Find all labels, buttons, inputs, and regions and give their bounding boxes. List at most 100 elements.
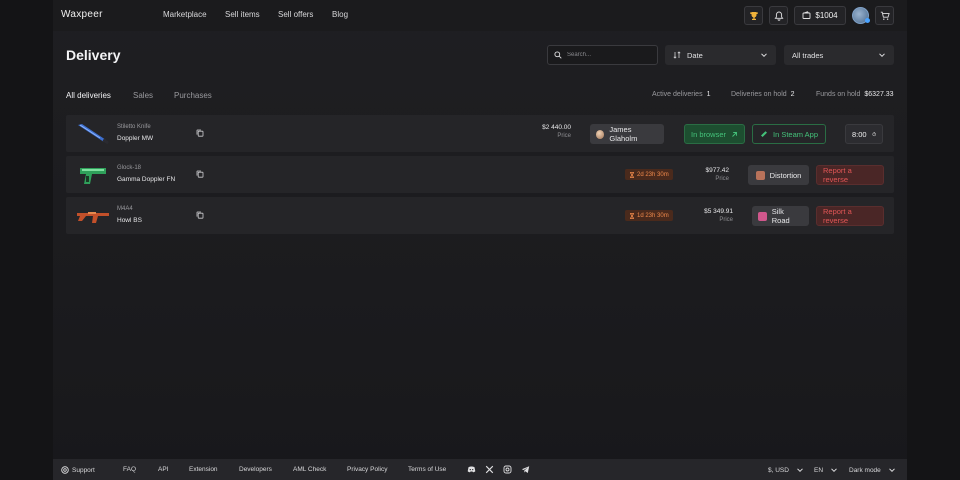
stat-active-value: 1 <box>706 91 711 98</box>
hold-timer-badge: 2d 23h 30m <box>585 159 705 191</box>
tab-sales[interactable]: Sales <box>133 91 153 100</box>
top-header: Waxpeer Marketplace Sell items Sell offe… <box>53 0 907 31</box>
report-reverse-button[interactable]: Report a reverse <box>816 206 884 226</box>
chevron-down-icon <box>888 468 895 473</box>
page-title: Delivery <box>66 47 121 63</box>
partner-name: Distortion <box>769 170 802 180</box>
currency-select[interactable]: $, USD <box>768 466 804 474</box>
logo[interactable]: Waxpeer <box>61 9 103 20</box>
stat-hold-label: Deliveries on hold <box>731 91 787 98</box>
copy-icon[interactable] <box>196 211 204 219</box>
item-name: Howl BS <box>117 217 142 224</box>
price-value: $2 440.00 <box>542 124 571 131</box>
footer-link-api[interactable]: API <box>158 466 168 473</box>
tab-all-deliveries[interactable]: All deliveries <box>66 91 111 100</box>
partner-name: Silk Road <box>771 207 790 225</box>
delivery-row[interactable]: Stiletto Knife Doppler MW $2 440.00 Pric… <box>66 115 894 152</box>
report-reverse-label: Report a reverse <box>823 166 852 184</box>
item-image-rifle <box>77 212 109 223</box>
footer-link-aml-check[interactable]: AML Check <box>293 466 326 473</box>
in-steam-app-button[interactable]: In Steam App <box>752 124 826 144</box>
theme-select[interactable]: Dark mode <box>849 466 896 474</box>
report-reverse-label: Report a reverse <box>823 207 852 225</box>
copy-icon[interactable] <box>196 170 204 178</box>
partner-chip[interactable]: Distortion <box>748 165 809 185</box>
stopwatch-icon <box>872 132 876 137</box>
filter-select[interactable]: All trades <box>784 45 894 65</box>
item-image-knife <box>78 124 109 144</box>
hold-timer-badge: 1d 23h 30m <box>585 200 705 232</box>
stat-active-deliveries: Active deliveries 1 <box>652 91 710 98</box>
steam-icon <box>760 131 767 137</box>
stat-deliveries-on-hold: Deliveries on hold 2 <box>731 91 795 98</box>
stat-funds-on-hold: Funds on hold $6327.33 <box>816 91 894 98</box>
hold-time: 2d 23h 30m <box>637 171 669 178</box>
stat-active-label: Active deliveries <box>652 91 703 98</box>
online-indicator <box>865 18 870 23</box>
search-input[interactable] <box>567 52 647 58</box>
footer-link-developers[interactable]: Developers <box>239 466 272 473</box>
nav-marketplace[interactable]: Marketplace <box>163 10 207 19</box>
nav-sell-offers[interactable]: Sell offers <box>278 10 313 19</box>
sort-select-value: Date <box>687 50 703 60</box>
cart-button[interactable] <box>875 6 894 25</box>
partner-avatar <box>758 211 767 221</box>
hourglass-icon <box>629 212 635 219</box>
instagram-icon[interactable] <box>503 465 512 474</box>
telegram-icon[interactable] <box>521 465 530 474</box>
balance-button[interactable]: $1004 <box>794 6 846 25</box>
delivery-row[interactable]: Glock-18 Gamma Doppler FN 2d 23h 30m $97… <box>66 156 894 193</box>
notifications-button[interactable] <box>769 6 788 25</box>
footer-link-faq[interactable]: FAQ <box>123 466 136 473</box>
item-type: M4A4 <box>117 206 133 212</box>
report-reverse-button[interactable]: Report a reverse <box>816 165 884 185</box>
x-icon[interactable] <box>485 465 494 474</box>
filter-select-value: All trades <box>792 50 824 60</box>
delivery-row[interactable]: M4A4 Howl BS 1d 23h 30m $5 349.91 Price … <box>66 197 894 234</box>
stat-funds-label: Funds on hold <box>816 91 861 98</box>
footer-link-extension[interactable]: Extension <box>189 466 218 473</box>
user-avatar-small <box>596 129 605 139</box>
partner-chip[interactable]: Silk Road <box>752 206 809 226</box>
arrow-up-right-icon <box>732 131 737 137</box>
price-value: $977.42 <box>705 167 730 174</box>
item-type: Glock-18 <box>117 165 142 171</box>
stat-hold-value: 2 <box>790 91 795 98</box>
search-box[interactable] <box>547 45 658 65</box>
in-browser-button[interactable]: In browser <box>684 124 745 144</box>
trophy-icon <box>749 11 758 20</box>
cart-icon <box>880 11 890 20</box>
footer: Support FAQ API Extension Developers AML… <box>53 459 907 480</box>
support-link[interactable]: Support <box>61 466 95 474</box>
support-label: Support <box>72 466 95 474</box>
chevron-down-icon <box>761 53 767 58</box>
item-type: Stiletto Knife <box>117 124 151 130</box>
support-icon <box>61 466 69 474</box>
tab-purchases[interactable]: Purchases <box>174 91 212 100</box>
nav-blog[interactable]: Blog <box>332 10 348 19</box>
footer-link-terms-of-use[interactable]: Terms of Use <box>408 466 446 473</box>
logo-text: Waxpeer <box>61 9 103 20</box>
sort-select[interactable]: Date <box>665 45 776 65</box>
chevron-down-icon <box>797 468 803 473</box>
bell-icon <box>773 11 784 21</box>
hold-time: 1d 23h 30m <box>637 212 669 219</box>
wallet-icon <box>802 11 811 19</box>
item-name: Gamma Doppler FN <box>117 176 176 183</box>
sort-icon <box>673 51 681 59</box>
nav-sell-items[interactable]: Sell items <box>225 10 260 19</box>
footer-link-privacy-policy[interactable]: Privacy Policy <box>347 466 387 473</box>
language-select[interactable]: EN <box>814 466 838 474</box>
discord-icon[interactable] <box>467 465 476 474</box>
in-browser-label: In browser <box>691 129 727 139</box>
price-label: Price <box>719 217 733 223</box>
trophy-button[interactable] <box>744 6 763 25</box>
copy-icon[interactable] <box>196 129 204 137</box>
user-name: James Glaholm <box>609 125 638 143</box>
user-chip[interactable]: James Glaholm <box>590 124 664 144</box>
timer-badge: 8:00 <box>845 124 883 144</box>
timer-value: 8:00 <box>852 129 867 139</box>
item-price: $2 440.00 Price <box>542 124 571 139</box>
item-price: $5 349.91 Price <box>704 208 733 223</box>
balance-amount: $1004 <box>815 11 838 20</box>
